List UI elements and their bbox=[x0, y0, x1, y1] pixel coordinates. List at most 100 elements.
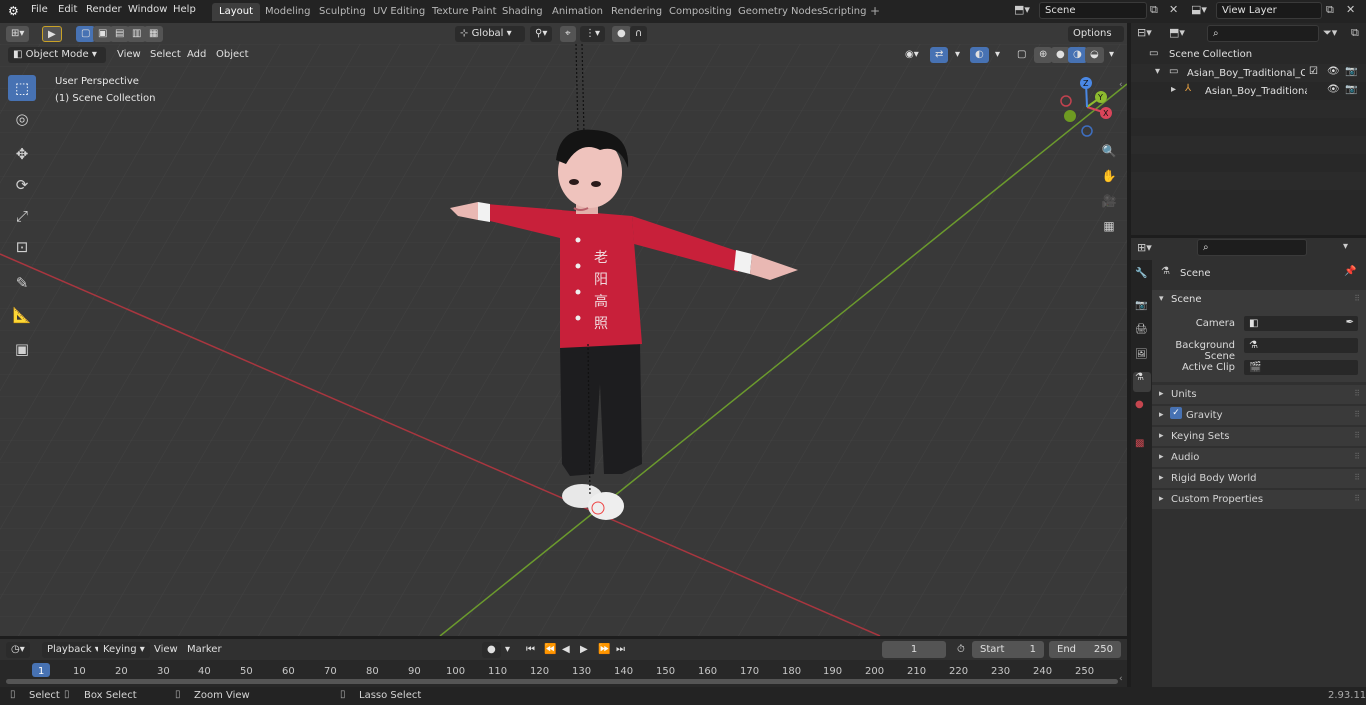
options-dropdown[interactable]: Options ▾ bbox=[1068, 26, 1124, 55]
pan-hand-icon[interactable]: ✋ bbox=[1098, 165, 1120, 187]
drag-handle-icon[interactable]: ⠿ bbox=[1354, 494, 1360, 503]
tool-tab-icon[interactable]: 🔧 bbox=[1135, 268, 1147, 279]
drag-handle-icon[interactable]: ⠿ bbox=[1354, 473, 1360, 482]
menu-window[interactable]: Window bbox=[128, 4, 167, 15]
shading-solid-icon[interactable]: ● bbox=[1051, 47, 1070, 63]
shading-wireframe-icon[interactable]: ⊕ bbox=[1034, 47, 1053, 63]
properties-editor-type-icon[interactable]: ⊞▾ bbox=[1137, 241, 1152, 254]
expand-icon[interactable]: ▸ bbox=[1171, 84, 1176, 95]
timeline-scrollbar[interactable] bbox=[6, 679, 1118, 684]
end-frame-field[interactable]: End 250 bbox=[1049, 641, 1121, 658]
expand-icon[interactable]: ▾ bbox=[1155, 66, 1160, 77]
subpanel-units[interactable]: ▸ Units ⠿ bbox=[1152, 385, 1366, 404]
outliner-row-collection[interactable]: ▾ ▭ Asian_Boy_Traditional_Costur ☑ 👁 📷 bbox=[1131, 64, 1366, 82]
new-view-layer-icon[interactable]: ⧉ bbox=[1326, 3, 1334, 17]
outliner-editor-type-icon[interactable]: ⊟▾ bbox=[1137, 26, 1152, 39]
play-reverse-icon[interactable]: ◀ bbox=[557, 642, 575, 658]
camera-render-icon[interactable]: 📷 bbox=[1345, 66, 1357, 77]
view-layer-tab-icon[interactable]: 🖼 bbox=[1135, 349, 1148, 360]
tab-texture-paint[interactable]: Texture Paint bbox=[425, 3, 504, 21]
subpanel-gravity[interactable]: ▸ ✓ Gravity ⠿ bbox=[1152, 406, 1366, 425]
xray-icon[interactable]: ▢ bbox=[1012, 47, 1031, 63]
subpanel-keying-sets[interactable]: ▸ Keying Sets ⠿ bbox=[1152, 427, 1366, 446]
camera-view-icon[interactable]: 🎥 bbox=[1098, 190, 1120, 212]
tab-layout[interactable]: Layout bbox=[212, 3, 260, 21]
overlay-toggle-icon[interactable]: ◐ bbox=[970, 47, 989, 63]
properties-search-input[interactable]: ⌕ bbox=[1197, 239, 1307, 256]
preview-range-icon[interactable]: ⏱ bbox=[952, 642, 970, 658]
scene-selector-icon[interactable]: ⬒▾ bbox=[1014, 3, 1030, 16]
tab-uv-editing[interactable]: UV Editing bbox=[366, 3, 432, 21]
properties-options-icon[interactable]: ▾ bbox=[1343, 241, 1348, 252]
menu-marker[interactable]: Marker bbox=[182, 642, 227, 658]
delete-scene-icon[interactable]: ✕ bbox=[1169, 3, 1178, 16]
snap-settings-icon[interactable]: ⋮▾ bbox=[580, 26, 606, 42]
jump-end-icon[interactable]: ⏭ bbox=[611, 642, 630, 658]
include-checkbox[interactable]: ☑ bbox=[1309, 66, 1318, 77]
current-frame-field[interactable]: 1 bbox=[882, 641, 946, 658]
play-icon[interactable]: ▶ bbox=[575, 642, 593, 658]
tab-rendering[interactable]: Rendering bbox=[604, 3, 669, 21]
annotate-tool-icon[interactable]: ✎ bbox=[8, 270, 36, 296]
keying-dropdown-icon[interactable]: ▾ bbox=[500, 642, 515, 658]
render-tab-icon[interactable]: 📷 bbox=[1135, 300, 1147, 311]
camera-render-icon[interactable]: 📷 bbox=[1345, 84, 1357, 95]
menu-file[interactable]: File bbox=[31, 4, 48, 15]
timeline-collapse-icon[interactable]: ‹ bbox=[1119, 674, 1123, 684]
rotate-tool-icon[interactable]: ⟳ bbox=[8, 172, 36, 198]
menu-add[interactable]: Add bbox=[182, 47, 211, 63]
pivot-point-icon[interactable]: ⚲▾ bbox=[530, 26, 553, 42]
overlay-dropdown-icon[interactable]: ▾ bbox=[990, 47, 1005, 63]
new-scene-icon[interactable]: ⧉ bbox=[1150, 3, 1158, 17]
menu-edit[interactable]: Edit bbox=[58, 4, 77, 15]
outliner-row-scene-collection[interactable]: ▭ Scene Collection bbox=[1131, 46, 1366, 64]
editor-type-icon[interactable]: ⊞▾ bbox=[6, 26, 30, 42]
viewport-scene[interactable]: 老 阳 高 照 X Y Z bbox=[0, 44, 1127, 636]
add-workspace-icon[interactable]: + bbox=[870, 4, 880, 18]
active-clip-field[interactable]: 🎬 bbox=[1243, 359, 1359, 376]
tab-modeling[interactable]: Modeling bbox=[258, 3, 318, 21]
view-layer-field[interactable]: View Layer bbox=[1216, 2, 1322, 19]
subpanel-custom-properties[interactable]: ▸ Custom Properties ⠿ bbox=[1152, 490, 1366, 509]
proportional-edit-icon[interactable]: ● bbox=[612, 26, 631, 42]
transform-tool-icon[interactable]: ⊡ bbox=[8, 234, 36, 260]
scene-tab-icon[interactable]: ⚗ bbox=[1133, 372, 1151, 392]
texture-tab-icon[interactable]: ▩ bbox=[1135, 438, 1144, 449]
shading-material-icon[interactable]: ◑ bbox=[1068, 47, 1087, 63]
3d-viewport[interactable]: 老 阳 高 照 X Y Z User Perspective (1) Scene… bbox=[0, 44, 1127, 636]
add-cube-tool-icon[interactable]: ▣ bbox=[8, 336, 36, 362]
outliner-row-object[interactable]: ▸ ⅄ Asian_Boy_Traditional_C 👁 📷 bbox=[1131, 82, 1366, 100]
start-frame-field[interactable]: Start 1 bbox=[972, 641, 1044, 658]
gizmo-neg-y[interactable] bbox=[1064, 110, 1076, 122]
scale-tool-icon[interactable]: ⤢ bbox=[8, 203, 36, 229]
blender-logo-icon[interactable]: ⚙ bbox=[8, 4, 19, 18]
tab-sculpting[interactable]: Sculpting bbox=[312, 3, 373, 21]
cursor-tool-icon[interactable]: ◎ bbox=[8, 106, 36, 132]
perspective-toggle-icon[interactable]: ▦ bbox=[1098, 215, 1120, 237]
outliner-search-input[interactable]: ⌕ bbox=[1207, 25, 1319, 42]
snap-toggle-icon[interactable]: ⌖ bbox=[560, 26, 576, 42]
menu-help[interactable]: Help bbox=[173, 4, 196, 15]
jump-start-icon[interactable]: ⏮ bbox=[521, 642, 540, 658]
menu-timeline-view[interactable]: View bbox=[149, 642, 183, 658]
mode-selector[interactable]: ◧ Object Mode ▾ bbox=[8, 47, 106, 63]
camera-field[interactable]: ◧ ✒ bbox=[1243, 315, 1359, 332]
menu-render[interactable]: Render bbox=[86, 4, 122, 15]
menu-keying[interactable]: Keying ▾ bbox=[98, 642, 150, 658]
visibility-icon[interactable]: ◉▾ bbox=[900, 47, 924, 63]
filter-icon[interactable]: ⏷▾ bbox=[1323, 26, 1337, 40]
shading-dropdown-icon[interactable]: ▾ bbox=[1104, 47, 1119, 63]
new-collection-icon[interactable]: ⧉ bbox=[1351, 26, 1359, 40]
drag-handle-icon[interactable]: ⠿ bbox=[1354, 452, 1360, 461]
select-box-tool-icon[interactable]: ⬚ bbox=[8, 75, 36, 101]
tab-animation[interactable]: Animation bbox=[545, 3, 610, 21]
move-tool-icon[interactable]: ✥ bbox=[8, 141, 36, 167]
falloff-icon[interactable]: ∩ bbox=[630, 26, 648, 42]
menu-playback[interactable]: Playback ▾ bbox=[42, 642, 105, 658]
auto-keying-icon[interactable]: ● bbox=[482, 642, 501, 658]
subpanel-audio[interactable]: ▸ Audio ⠿ bbox=[1152, 448, 1366, 467]
drag-handle-icon[interactable]: ⠿ bbox=[1354, 389, 1360, 398]
gravity-checkbox[interactable]: ✓ bbox=[1170, 407, 1182, 419]
sidebar-toggle-icon[interactable]: ‹ bbox=[1119, 80, 1123, 90]
gizmo-dropdown-icon[interactable]: ▾ bbox=[950, 47, 965, 63]
